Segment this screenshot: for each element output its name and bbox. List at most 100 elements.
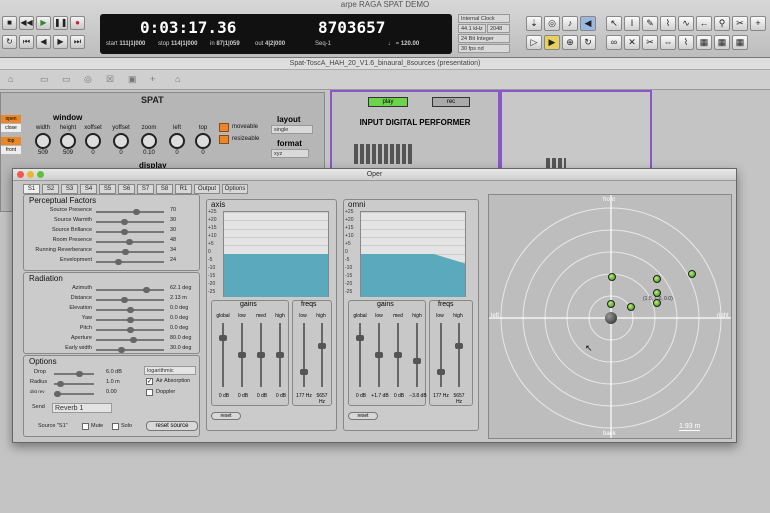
param-slider-thumb[interactable]	[127, 327, 134, 333]
clock-selector[interactable]: Internal Clock	[458, 14, 510, 23]
doppler-checkbox[interactable]	[146, 389, 153, 396]
radius-slider-thumb[interactable]	[57, 381, 64, 387]
freq-fader-thumb[interactable]	[455, 343, 463, 350]
source-marker[interactable]	[608, 273, 616, 281]
param-slider-thumb[interactable]	[120, 219, 128, 225]
mode-select[interactable]: logarithmic	[144, 366, 196, 375]
gain-fader-thumb[interactable]	[257, 352, 265, 358]
pause-button[interactable]: ❚❚	[53, 16, 68, 30]
grid2-tool-icon[interactable]: ▦	[714, 35, 730, 50]
gain-fader[interactable]	[416, 323, 418, 387]
main-counter[interactable]: 0:03:17.36	[140, 18, 236, 37]
gain-fader-thumb[interactable]	[238, 352, 246, 358]
cut-tool-icon[interactable]: ✂	[642, 35, 658, 50]
edit-icon[interactable]: ▷	[526, 35, 542, 50]
knob[interactable]	[169, 133, 185, 149]
bit-depth[interactable]: 24 Bit Integer	[458, 34, 510, 43]
play-button-patch[interactable]: play	[368, 97, 408, 107]
gain-fader-thumb[interactable]	[356, 334, 364, 341]
knob[interactable]	[113, 133, 129, 149]
param-slider[interactable]	[96, 299, 164, 301]
tempo-value[interactable]: 120.00	[401, 41, 419, 47]
air-absorption-checkbox[interactable]: ✓	[146, 378, 153, 385]
cycle-icon[interactable]: ↻	[580, 35, 596, 50]
split-tool-icon[interactable]: ⌇	[678, 35, 694, 50]
param-slider-thumb[interactable]	[130, 337, 138, 343]
tab-s3[interactable]: S3	[61, 184, 78, 194]
knob[interactable]	[85, 133, 101, 149]
param-slider-thumb[interactable]	[125, 239, 133, 245]
freq-fader[interactable]	[440, 323, 442, 387]
moveable-toggle[interactable]	[219, 123, 229, 132]
in-value[interactable]: 87|1|059	[216, 41, 239, 47]
tab-s8[interactable]: S8	[156, 184, 173, 194]
number-icon[interactable]: ▣	[128, 74, 137, 85]
stop-value[interactable]: 114|1|000	[171, 41, 197, 47]
gain-fader-thumb[interactable]	[394, 352, 402, 358]
link-tool-icon[interactable]: ∞	[606, 35, 622, 50]
param-slider-thumb[interactable]	[114, 259, 122, 265]
download-icon[interactable]: ⇣	[526, 16, 542, 31]
buffer-size[interactable]: 2048	[487, 24, 510, 33]
drop-slider-thumb[interactable]	[76, 371, 83, 377]
return-zero-button[interactable]: ⏮	[19, 35, 34, 49]
freq-fader[interactable]	[458, 323, 460, 387]
param-slider[interactable]	[96, 221, 164, 223]
knob[interactable]	[141, 133, 157, 149]
wave-tool-icon[interactable]: ∿	[678, 16, 694, 31]
gain-fader-thumb[interactable]	[276, 352, 284, 358]
play-button[interactable]: ▶	[36, 16, 51, 30]
start-value[interactable]: 111|1|000	[119, 41, 145, 47]
rec-button-patch[interactable]: rec	[432, 97, 470, 107]
more-tool-icon[interactable]: +	[750, 16, 766, 31]
close-button[interactable]: close	[1, 124, 21, 132]
drop-slider[interactable]	[54, 373, 94, 375]
param-slider-thumb[interactable]	[120, 297, 128, 303]
rewind-button[interactable]: ◀◀	[19, 16, 34, 30]
param-slider-thumb[interactable]	[142, 287, 150, 293]
text-tool-icon[interactable]: I	[624, 16, 640, 31]
tab-s5[interactable]: S5	[99, 184, 116, 194]
axis-reset-button[interactable]: reset	[211, 412, 241, 420]
source-marker[interactable]	[607, 300, 615, 308]
param-slider[interactable]	[96, 251, 164, 253]
frame-rate[interactable]: 30 fps nd	[458, 44, 510, 53]
front-button[interactable]: front	[1, 146, 21, 154]
button-icon[interactable]: ◎	[84, 74, 92, 85]
param-slider-thumb[interactable]	[120, 229, 128, 235]
presentation-icon[interactable]: ⌂	[175, 74, 180, 84]
mute-checkbox[interactable]	[82, 423, 89, 430]
source-marker[interactable]	[688, 270, 696, 278]
spatial-radar[interactable]: front back left right 1.93 m (1.5, 1.0, …	[488, 194, 732, 439]
knob[interactable]	[195, 133, 211, 149]
param-slider[interactable]	[96, 349, 164, 351]
tab-s4[interactable]: S4	[80, 184, 97, 194]
open-button[interactable]: open	[1, 115, 21, 123]
top-button[interactable]: top	[1, 137, 21, 145]
zoom-window-icon[interactable]	[37, 171, 44, 178]
source-marker[interactable]	[653, 275, 661, 283]
tab-s6[interactable]: S6	[118, 184, 135, 194]
pencil-tool-icon[interactable]: ✎	[642, 16, 658, 31]
scissors-tool-icon[interactable]: ✂	[732, 16, 748, 31]
disc-icon[interactable]: ◎	[544, 16, 560, 31]
knob[interactable]	[60, 133, 76, 149]
back-button[interactable]: ◀	[36, 35, 51, 49]
metronome-icon[interactable]: ♪	[562, 16, 578, 31]
toggle-icon[interactable]: ☒	[106, 74, 114, 85]
lock-icon[interactable]: ⌂	[8, 74, 13, 84]
freq-fader-thumb[interactable]	[318, 343, 326, 350]
omni-reset-button[interactable]: reset	[348, 412, 378, 420]
stop-button[interactable]: ■	[2, 16, 17, 30]
end-button[interactable]: ⏭	[70, 35, 85, 49]
dist-rev-slider-thumb[interactable]	[54, 391, 61, 397]
send-select[interactable]: Reverb 1	[52, 403, 112, 413]
resizeable-toggle[interactable]	[219, 135, 229, 144]
object-icon[interactable]: ▭	[40, 74, 49, 85]
tab-options[interactable]: Options	[222, 184, 248, 194]
message-icon[interactable]: ▭	[62, 74, 71, 85]
grid-tool-icon[interactable]: ▦	[696, 35, 712, 50]
solo-checkbox[interactable]	[112, 423, 119, 430]
knob[interactable]	[35, 133, 51, 149]
listener-head[interactable]	[605, 312, 617, 324]
